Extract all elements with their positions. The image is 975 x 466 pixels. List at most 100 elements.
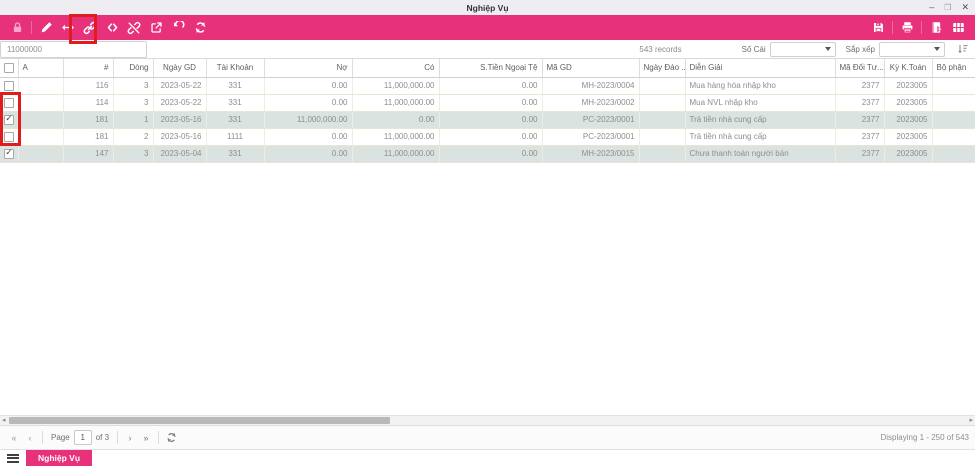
column-header[interactable]: Mã Đối Tư... (835, 59, 885, 78)
row-select-cell[interactable] (0, 77, 19, 95)
taskbar-app-button[interactable]: Nghiệp Vụ (26, 450, 93, 466)
account-filter-input[interactable] (0, 41, 147, 58)
toolbar-separator (31, 21, 32, 34)
table-cell: 3 (113, 145, 154, 163)
column-header[interactable]: Ngày Đáo ... (639, 59, 686, 78)
column-header[interactable]: Nợ (264, 59, 353, 78)
ledger-label: Số Cái (741, 44, 766, 54)
transactions-table: A # Dòng Ngày GD Tài Khoản Nợ Có S.Tiền Ngoại T… (0, 59, 975, 163)
row-select-cell[interactable] (0, 94, 19, 112)
row-select-cell[interactable] (0, 128, 19, 146)
lock-icon (6, 18, 28, 37)
minimize-icon[interactable]: – (929, 3, 934, 12)
checkbox-icon[interactable] (4, 62, 14, 73)
page-number-input[interactable] (73, 430, 92, 445)
table-row[interactable]: 18112023-05-1633111,000,000.000.000.00PC… (0, 111, 975, 129)
swap-arrows-icon[interactable] (57, 18, 79, 37)
horizontal-scrollbar[interactable]: ◂ ▸ (0, 415, 975, 425)
table-cell: 181 (63, 128, 114, 146)
table-cell: 0.00 (439, 94, 543, 112)
scroll-right-icon[interactable]: ▸ (969, 416, 973, 426)
table-cell (932, 94, 975, 112)
column-header[interactable]: Mã GD (542, 59, 640, 78)
link-icon[interactable] (79, 18, 101, 37)
table-cell: 2023005 (884, 77, 933, 95)
sort-order-icon[interactable] (955, 41, 971, 57)
table-cell (639, 145, 686, 163)
column-header[interactable]: Dòng (113, 59, 154, 78)
table-cell (639, 77, 686, 95)
column-header[interactable]: Kỳ K.Toán (884, 59, 933, 78)
column-header[interactable]: # (63, 59, 114, 78)
scroll-left-icon[interactable]: ◂ (2, 416, 6, 426)
checkbox-icon[interactable] (3, 131, 14, 142)
table-cell: Trả tiền nhà cung cấp (685, 111, 836, 129)
column-header[interactable]: Tài Khoản (206, 59, 265, 78)
table-cell: 2023-05-22 (153, 77, 207, 95)
prev-page-button[interactable]: ‹ (22, 430, 38, 446)
table-cell: 181 (63, 111, 114, 129)
last-page-button[interactable]: » (138, 430, 154, 446)
table-cell: MH-2023/0015 (542, 145, 640, 163)
table-cell (18, 111, 64, 129)
table-cell (639, 111, 686, 129)
table-cell: Chưa thanh toán người bán (685, 145, 836, 163)
row-select-cell[interactable] (0, 111, 19, 129)
chevron-down-icon (824, 47, 831, 51)
edit-icon[interactable] (35, 18, 57, 37)
refresh-icon[interactable] (189, 18, 211, 37)
checkbox-checked-icon[interactable] (3, 113, 14, 125)
checkbox-icon[interactable] (3, 97, 14, 108)
grid-view-icon[interactable] (947, 18, 969, 37)
table-cell: MH-2023/0004 (542, 77, 640, 95)
save-icon[interactable] (867, 18, 889, 37)
table-cell: 11,000,000.00 (352, 145, 440, 163)
checkbox-icon[interactable] (3, 80, 14, 91)
column-header[interactable]: Diễn Giải (685, 59, 836, 78)
table-cell: 331 (206, 145, 265, 163)
table-cell (932, 128, 975, 146)
table-cell: 0.00 (264, 145, 353, 163)
external-link-icon[interactable] (145, 18, 167, 37)
table-row[interactable]: 181 2 2023-05-16 1111 0.00 11,000,000.00 0.00 P… (0, 128, 975, 146)
table-cell: 2023005 (884, 94, 933, 112)
close-icon[interactable]: ✕ (961, 3, 969, 12)
next-page-button[interactable]: › (122, 430, 138, 446)
table-cell: 114 (63, 94, 114, 112)
sort-select[interactable] (879, 41, 945, 57)
first-page-button[interactable]: « (6, 430, 22, 446)
table-cell: 3 (113, 94, 154, 112)
column-header[interactable]: A (18, 59, 64, 78)
table-cell (639, 128, 686, 146)
checkbox-checked-icon[interactable] (3, 147, 14, 159)
records-count: 543 records (639, 44, 682, 54)
table-cell: 2377 (835, 94, 885, 112)
column-header[interactable]: S.Tiền Ngoại Tệ (439, 59, 543, 78)
hamburger-menu-icon[interactable] (0, 450, 26, 466)
chevrons-icon[interactable] (101, 18, 123, 37)
table-row[interactable]: 14732023-05-043310.0011,000,000.000.00MH… (0, 145, 975, 163)
export-book-icon[interactable] (925, 18, 947, 37)
data-grid: A # Dòng Ngày GD Tài Khoản Nợ Có S.Tiền Ngoại T… (0, 59, 975, 415)
column-header[interactable]: Có (352, 59, 440, 78)
refresh-page-icon[interactable] (163, 430, 179, 446)
scrollbar-thumb[interactable] (9, 417, 390, 424)
undo-icon[interactable] (167, 18, 189, 37)
ledger-select[interactable] (769, 41, 836, 57)
table-cell: 0.00 (352, 111, 440, 129)
unlink-icon[interactable] (123, 18, 145, 37)
table-row[interactable]: 114 3 2023-05-22 331 0.00 11,000,000.00 0.00 MH… (0, 94, 975, 112)
table-cell: 2377 (835, 77, 885, 95)
toolbar-separator (892, 21, 893, 34)
table-cell: 1111 (206, 128, 265, 146)
table-cell: 2023005 (884, 145, 933, 163)
row-select-cell[interactable] (0, 145, 19, 163)
restore-icon[interactable]: ❐ (944, 3, 951, 12)
column-header[interactable]: Ngày GD (153, 59, 207, 78)
main-toolbar (0, 15, 975, 40)
print-icon[interactable] (896, 18, 918, 37)
column-header[interactable]: Bộ phận (932, 59, 975, 78)
select-all-checkbox[interactable] (0, 59, 19, 78)
table-row[interactable]: 116 3 2023-05-22 331 0.00 11,000,000.00 0.00 MH… (0, 77, 975, 95)
table-cell: 2377 (835, 145, 885, 163)
